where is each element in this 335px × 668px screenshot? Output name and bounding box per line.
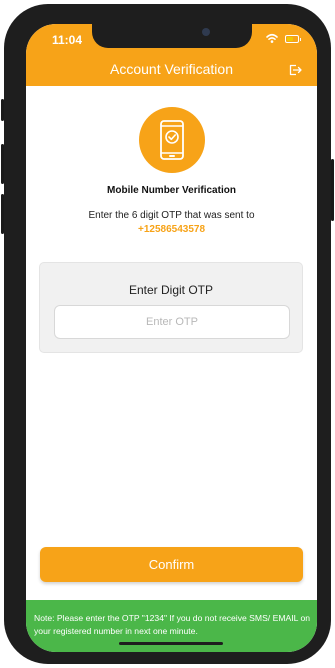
- verification-instruction: Enter the 6 digit OTP that was sent to: [88, 210, 255, 221]
- mute-switch: [1, 99, 4, 121]
- otp-input[interactable]: [54, 305, 290, 339]
- battery-icon: [285, 35, 301, 43]
- camera-icon: [202, 28, 210, 36]
- verification-badge: [139, 107, 205, 173]
- power-button: [331, 159, 334, 221]
- status-bar: 11:04: [26, 24, 317, 54]
- app-screen: 11:04 Account Verification Mobile Number…: [26, 24, 317, 652]
- confirm-button[interactable]: Confirm: [40, 547, 303, 582]
- status-time: 11:04: [52, 33, 83, 47]
- volume-up-button: [1, 144, 4, 184]
- notch: [92, 24, 252, 48]
- header-bar: Account Verification: [26, 54, 317, 86]
- phone-number: +12586543578: [137, 224, 206, 235]
- mobile-check-icon: [160, 120, 184, 160]
- logout-icon[interactable]: [288, 63, 302, 77]
- otp-label: Enter Digit OTP: [128, 283, 214, 297]
- verification-title: Mobile Number Verification: [107, 185, 236, 196]
- wifi-icon: [266, 33, 278, 43]
- volume-down-button: [1, 194, 4, 234]
- otp-card: Enter Digit OTP: [39, 262, 303, 353]
- phone-frame: 11:04 Account Verification Mobile Number…: [1, 4, 334, 664]
- home-indicator: [119, 642, 223, 645]
- header-title: Account Verification: [110, 61, 233, 77]
